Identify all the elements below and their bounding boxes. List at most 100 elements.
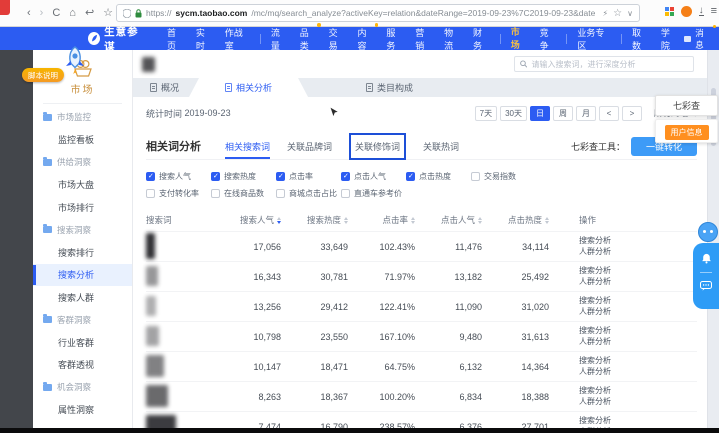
col-click-heat[interactable]: 点击热度 — [494, 214, 561, 226]
extension-grid-icon[interactable] — [665, 7, 674, 16]
tab-related-search-words[interactable]: 相关搜索词 — [225, 133, 270, 159]
col-search-heat[interactable]: 搜索热度 — [293, 214, 360, 226]
sidebar-group-search-insight[interactable]: 搜索洞察 — [33, 219, 132, 242]
sidebar-item-attribute-insight[interactable]: 属性洞察 — [33, 399, 132, 422]
checkbox-icon[interactable] — [341, 189, 350, 198]
metric-online-items[interactable]: 在线商品数 — [211, 188, 276, 199]
search-analysis-link[interactable]: 搜索分析 — [579, 356, 697, 367]
sort-icon[interactable] — [344, 217, 348, 224]
tab-related-brand-words[interactable]: 关联品牌词 — [287, 133, 332, 159]
nav-message[interactable]: 消息 — [684, 27, 711, 51]
range-week-button[interactable]: 周 — [553, 106, 573, 121]
sort-icon[interactable] — [478, 217, 482, 224]
metric-click-rate[interactable]: 点击率 — [276, 171, 341, 182]
col-click-rate[interactable]: 点击率 — [360, 214, 427, 226]
checkbox-checked-icon[interactable] — [146, 172, 155, 181]
tab-related-modifier-words[interactable]: 关联修饰词 — [349, 133, 406, 160]
metric-search-popularity[interactable]: 搜索人气 — [146, 171, 211, 182]
tab-category-composition[interactable]: 类目构成 — [356, 78, 423, 97]
crowd-analysis-link[interactable]: 人群分析 — [579, 397, 697, 408]
service-widget — [693, 222, 719, 309]
metric-search-heat[interactable]: 搜索热度 — [211, 171, 276, 182]
checkbox-checked-icon[interactable] — [406, 172, 415, 181]
sidebar-item-crowd-perspective[interactable]: 客群透视 — [33, 354, 132, 377]
sidebar-item-search-crowd[interactable]: 搜索人群 — [33, 286, 132, 309]
search-analysis-link[interactable]: 搜索分析 — [579, 266, 697, 277]
flash-icon[interactable]: ⚡ — [603, 9, 609, 18]
recorder-badge — [0, 0, 10, 15]
qicai-title[interactable]: 七彩查 — [655, 95, 718, 116]
tab-related-analysis[interactable]: 相关分析 — [189, 78, 308, 97]
sidebar-item-search-rank[interactable]: 搜索排行 — [33, 241, 132, 264]
checkbox-icon[interactable] — [146, 189, 155, 198]
sidebar-group-market-monitor[interactable]: 市场监控 — [33, 106, 132, 129]
search-analysis-link[interactable]: 搜索分析 — [579, 296, 697, 307]
reload-icon[interactable]: C — [52, 5, 60, 21]
date-next-button[interactable]: > — [622, 106, 642, 121]
user-info-button[interactable]: 用户信息 — [665, 125, 709, 140]
divider — [700, 272, 712, 273]
sort-icon[interactable] — [277, 217, 281, 224]
bookmark-star-icon[interactable]: ☆ — [103, 5, 113, 21]
back-icon[interactable]: ‹ — [27, 5, 31, 21]
checkbox-icon[interactable] — [276, 189, 285, 198]
download-icon[interactable]: ↓ — [699, 6, 704, 16]
search-analysis-link[interactable]: 搜索分析 — [579, 386, 697, 397]
tab-overview[interactable]: 概况 — [140, 78, 189, 97]
metric-pay-conversion[interactable]: 支付转化率 — [146, 188, 211, 199]
history-icon[interactable]: ↩ — [85, 5, 94, 21]
chat-icon[interactable] — [700, 281, 712, 291]
checkbox-icon[interactable] — [471, 172, 480, 181]
crowd-analysis-link[interactable]: 人群分析 — [579, 307, 697, 318]
forward-icon[interactable]: › — [40, 5, 44, 21]
checkbox-checked-icon[interactable] — [276, 172, 285, 181]
date-prev-button[interactable]: < — [599, 106, 619, 121]
range-day-button[interactable]: 日 — [530, 106, 550, 121]
sidebar-group-crowd-insight[interactable]: 客群洞察 — [33, 309, 132, 332]
sidebar-group-supply-insight[interactable]: 供给洞察 — [33, 151, 132, 174]
star-icon[interactable]: ☆ — [613, 8, 622, 19]
crowd-analysis-link[interactable]: 人群分析 — [579, 337, 697, 348]
metric-mall-click-share[interactable]: 商城点击占比 — [276, 188, 341, 199]
checkbox-checked-icon[interactable] — [341, 172, 350, 181]
chevron-down-icon[interactable]: ∨ — [627, 9, 633, 18]
sidebar-group-opportunity-insight[interactable]: 机会洞察 — [33, 376, 132, 399]
metric-ztc-ref-price[interactable]: 直通车参考价 — [341, 188, 406, 199]
range-30d-button[interactable]: 30天 — [500, 106, 527, 121]
brand[interactable]: 生意参谋 — [88, 24, 147, 54]
metric-click-popularity[interactable]: 点击人气 — [341, 171, 406, 182]
sort-icon[interactable] — [545, 217, 549, 224]
doc-icon — [366, 83, 373, 92]
checkbox-icon[interactable] — [211, 189, 220, 198]
col-click-popularity[interactable]: 点击人气 — [427, 214, 494, 226]
search-analysis-link[interactable]: 搜索分析 — [579, 416, 697, 427]
metric-trade-index[interactable]: 交易指数 — [471, 171, 536, 182]
sidebar-item-monitor-board[interactable]: 监控看板 — [33, 129, 132, 152]
crowd-analysis-link[interactable]: 人群分析 — [579, 367, 697, 378]
search-box[interactable] — [514, 56, 694, 72]
sidebar-item-industry-crowd[interactable]: 行业客群 — [33, 331, 132, 354]
bell-icon[interactable] — [701, 253, 712, 264]
account-icon[interactable] — [681, 6, 692, 17]
table-header-row: 搜索词 搜索人气 搜索热度 点击率 点击人气 点击热度 操作 — [146, 209, 697, 231]
metric-click-heat[interactable]: 点击热度 — [406, 171, 471, 182]
sidebar-item-market-rank[interactable]: 市场排行 — [33, 196, 132, 219]
crowd-analysis-link[interactable]: 人群分析 — [579, 277, 697, 288]
range-month-button[interactable]: 月 — [576, 106, 596, 121]
sidebar-item-search-analysis[interactable]: 搜索分析 — [33, 264, 132, 287]
tab-related-hot-words[interactable]: 关联热词 — [423, 133, 459, 159]
search-analysis-link[interactable]: 搜索分析 — [579, 326, 697, 337]
crowd-analysis-link[interactable]: 人群分析 — [579, 247, 697, 258]
stat-date: 2019-09-23 — [185, 108, 231, 118]
search-input[interactable] — [531, 60, 688, 69]
menu-icon[interactable]: ≡ — [711, 5, 717, 17]
sidebar-item-market-overview[interactable]: 市场大盘 — [33, 174, 132, 197]
range-7d-button[interactable]: 7天 — [475, 106, 497, 121]
sort-icon[interactable] — [411, 217, 415, 224]
checkbox-checked-icon[interactable] — [211, 172, 220, 181]
url-bar[interactable]: https://sycm.taobao.com/mc/mq/search_ana… — [116, 4, 640, 22]
col-search-popularity[interactable]: 搜索人气 — [226, 214, 293, 226]
mascot-icon[interactable] — [698, 222, 718, 242]
home-icon[interactable]: ⌂ — [69, 5, 76, 21]
search-analysis-link[interactable]: 搜索分析 — [579, 236, 697, 247]
